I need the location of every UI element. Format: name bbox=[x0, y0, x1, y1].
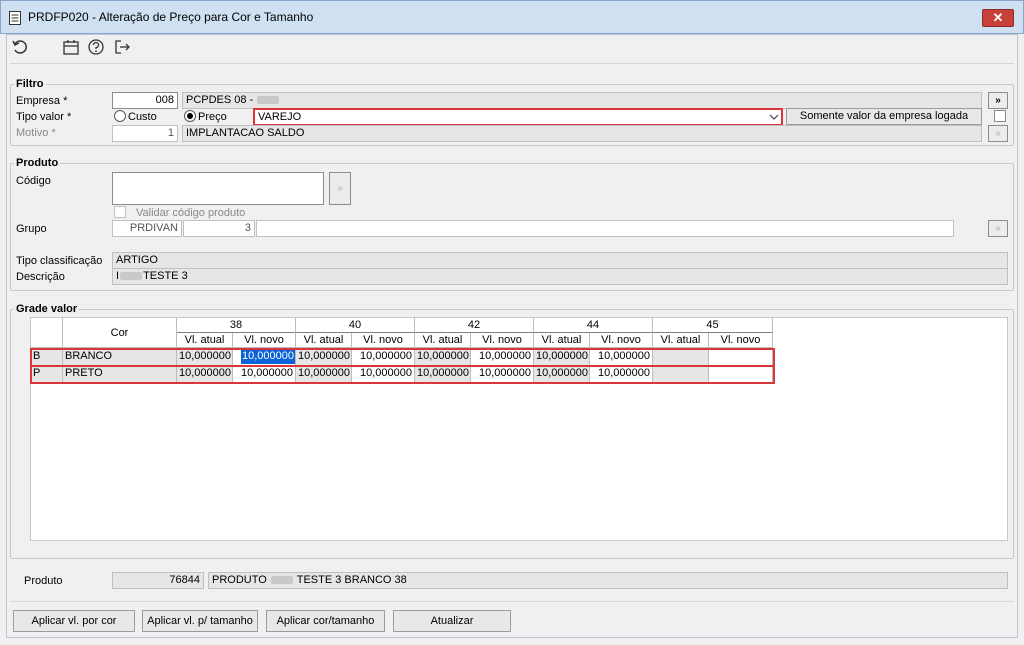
exit-icon[interactable] bbox=[113, 38, 131, 56]
chevron-down-icon[interactable] bbox=[769, 113, 779, 121]
motivo-code-field: 1 bbox=[112, 125, 178, 142]
atualizar-button[interactable]: Atualizar bbox=[393, 610, 511, 632]
size-header: 44 bbox=[534, 318, 653, 333]
codigo-input[interactable] bbox=[112, 172, 324, 205]
size-header: 45 bbox=[653, 318, 773, 333]
vl-atual-header: Vl. atual bbox=[296, 333, 352, 348]
row-highlight-preto bbox=[30, 365, 775, 384]
size-header: 40 bbox=[296, 318, 415, 333]
close-button[interactable]: ✕ bbox=[982, 9, 1014, 27]
descricao-field: I TESTE 3 bbox=[112, 268, 1008, 285]
codigo-lookup-button[interactable]: » bbox=[329, 172, 351, 205]
empresa-label: Empresa * bbox=[16, 95, 68, 107]
grupo-lookup-button: » bbox=[988, 220, 1008, 237]
vl-atual-header: Vl. atual bbox=[534, 333, 590, 348]
vl-novo-header: Vl. novo bbox=[352, 333, 415, 348]
produto-group-label: Produto bbox=[14, 157, 61, 169]
descricao-prefix: I bbox=[116, 270, 120, 282]
status-produto-desc: PRODUTO TESTE 3 BRANCO 38 bbox=[208, 572, 1008, 589]
preco-label: Preço bbox=[198, 111, 227, 123]
tipo-valor-label: Tipo valor * bbox=[16, 111, 72, 123]
custo-label: Custo bbox=[128, 111, 157, 123]
vl-novo-header: Vl. novo bbox=[471, 333, 534, 348]
somente-empresa-checkbox[interactable] bbox=[994, 110, 1006, 122]
footer-separator bbox=[10, 601, 1014, 602]
document-icon bbox=[9, 11, 21, 25]
calendar-icon[interactable] bbox=[62, 38, 80, 56]
motivo-name-field: IMPLANTACAO SALDO bbox=[182, 125, 982, 142]
status-produto-code: 76844 bbox=[112, 572, 204, 589]
aplicar-cor-tamanho-button[interactable]: Aplicar cor/tamanho bbox=[266, 610, 385, 632]
tipo-classificacao-label: Tipo classificação bbox=[16, 255, 103, 267]
redacted-mark bbox=[120, 272, 143, 281]
window-title: PRDFP020 - Alteração de Preço para Cor e… bbox=[28, 10, 314, 24]
validar-codigo-label: Validar código produto bbox=[136, 207, 246, 219]
descricao-label: Descrição bbox=[16, 271, 65, 283]
tabela-preco-value: VAREJO bbox=[258, 111, 302, 123]
status-produto-prefix: PRODUTO bbox=[212, 574, 267, 586]
grupo-name-field bbox=[256, 220, 954, 237]
size-header: 38 bbox=[177, 318, 296, 333]
custo-radio[interactable] bbox=[114, 110, 126, 122]
grade-group-label: Grade valor bbox=[14, 303, 80, 315]
redacted-mark bbox=[270, 576, 293, 585]
status-produto-suffix: TESTE 3 BRANCO 38 bbox=[296, 574, 407, 586]
aplicar-por-tamanho-button[interactable]: Aplicar vl. p/ tamanho bbox=[142, 610, 258, 632]
vl-atual-header: Vl. atual bbox=[415, 333, 471, 348]
size-header: 42 bbox=[415, 318, 534, 333]
vl-novo-header: Vl. novo bbox=[709, 333, 773, 348]
status-produto-label: Produto bbox=[24, 575, 63, 587]
grupo-label: Grupo bbox=[16, 223, 47, 235]
tipo-classificacao-field: ARTIGO bbox=[112, 252, 1008, 269]
grupo-code-field: PRDIVAN bbox=[112, 220, 182, 237]
filtro-group-label: Filtro bbox=[14, 78, 46, 90]
grupo-number-field: 3 bbox=[183, 220, 255, 237]
empresa-name-field: PCPDES 08 - bbox=[182, 92, 982, 109]
vl-novo-header: Vl. novo bbox=[590, 333, 653, 348]
validar-codigo-checkbox bbox=[114, 206, 126, 218]
vl-atual-header: Vl. atual bbox=[177, 333, 233, 348]
vl-novo-header: Vl. novo bbox=[233, 333, 296, 348]
help-icon[interactable] bbox=[87, 38, 105, 56]
vl-atual-header: Vl. atual bbox=[653, 333, 709, 348]
aplicar-por-cor-button[interactable]: Aplicar vl. por cor bbox=[13, 610, 135, 632]
empresa-lookup-button[interactable]: » bbox=[988, 92, 1008, 109]
toolbar-separator bbox=[10, 63, 1014, 64]
somente-empresa-button[interactable]: Somente valor da empresa logada bbox=[786, 108, 982, 125]
empresa-name-text: PCPDES 08 - bbox=[186, 94, 254, 106]
grid-corner bbox=[31, 318, 63, 348]
cor-header: Cor bbox=[63, 318, 177, 348]
grade-grid[interactable]: Cor 38 40 42 44 45 Vl. atual Vl. novo Vl… bbox=[30, 317, 1008, 541]
motivo-label: Motivo * bbox=[16, 127, 56, 139]
tabela-preco-select[interactable]: VAREJO bbox=[253, 108, 783, 126]
empresa-code-field[interactable]: 008 bbox=[112, 92, 178, 109]
redacted-mark bbox=[257, 96, 280, 105]
refresh-icon[interactable] bbox=[11, 38, 29, 56]
codigo-label: Código bbox=[16, 175, 51, 187]
motivo-lookup-button: » bbox=[988, 125, 1008, 142]
descricao-suffix: TESTE 3 bbox=[143, 270, 188, 282]
preco-radio[interactable] bbox=[184, 110, 196, 122]
